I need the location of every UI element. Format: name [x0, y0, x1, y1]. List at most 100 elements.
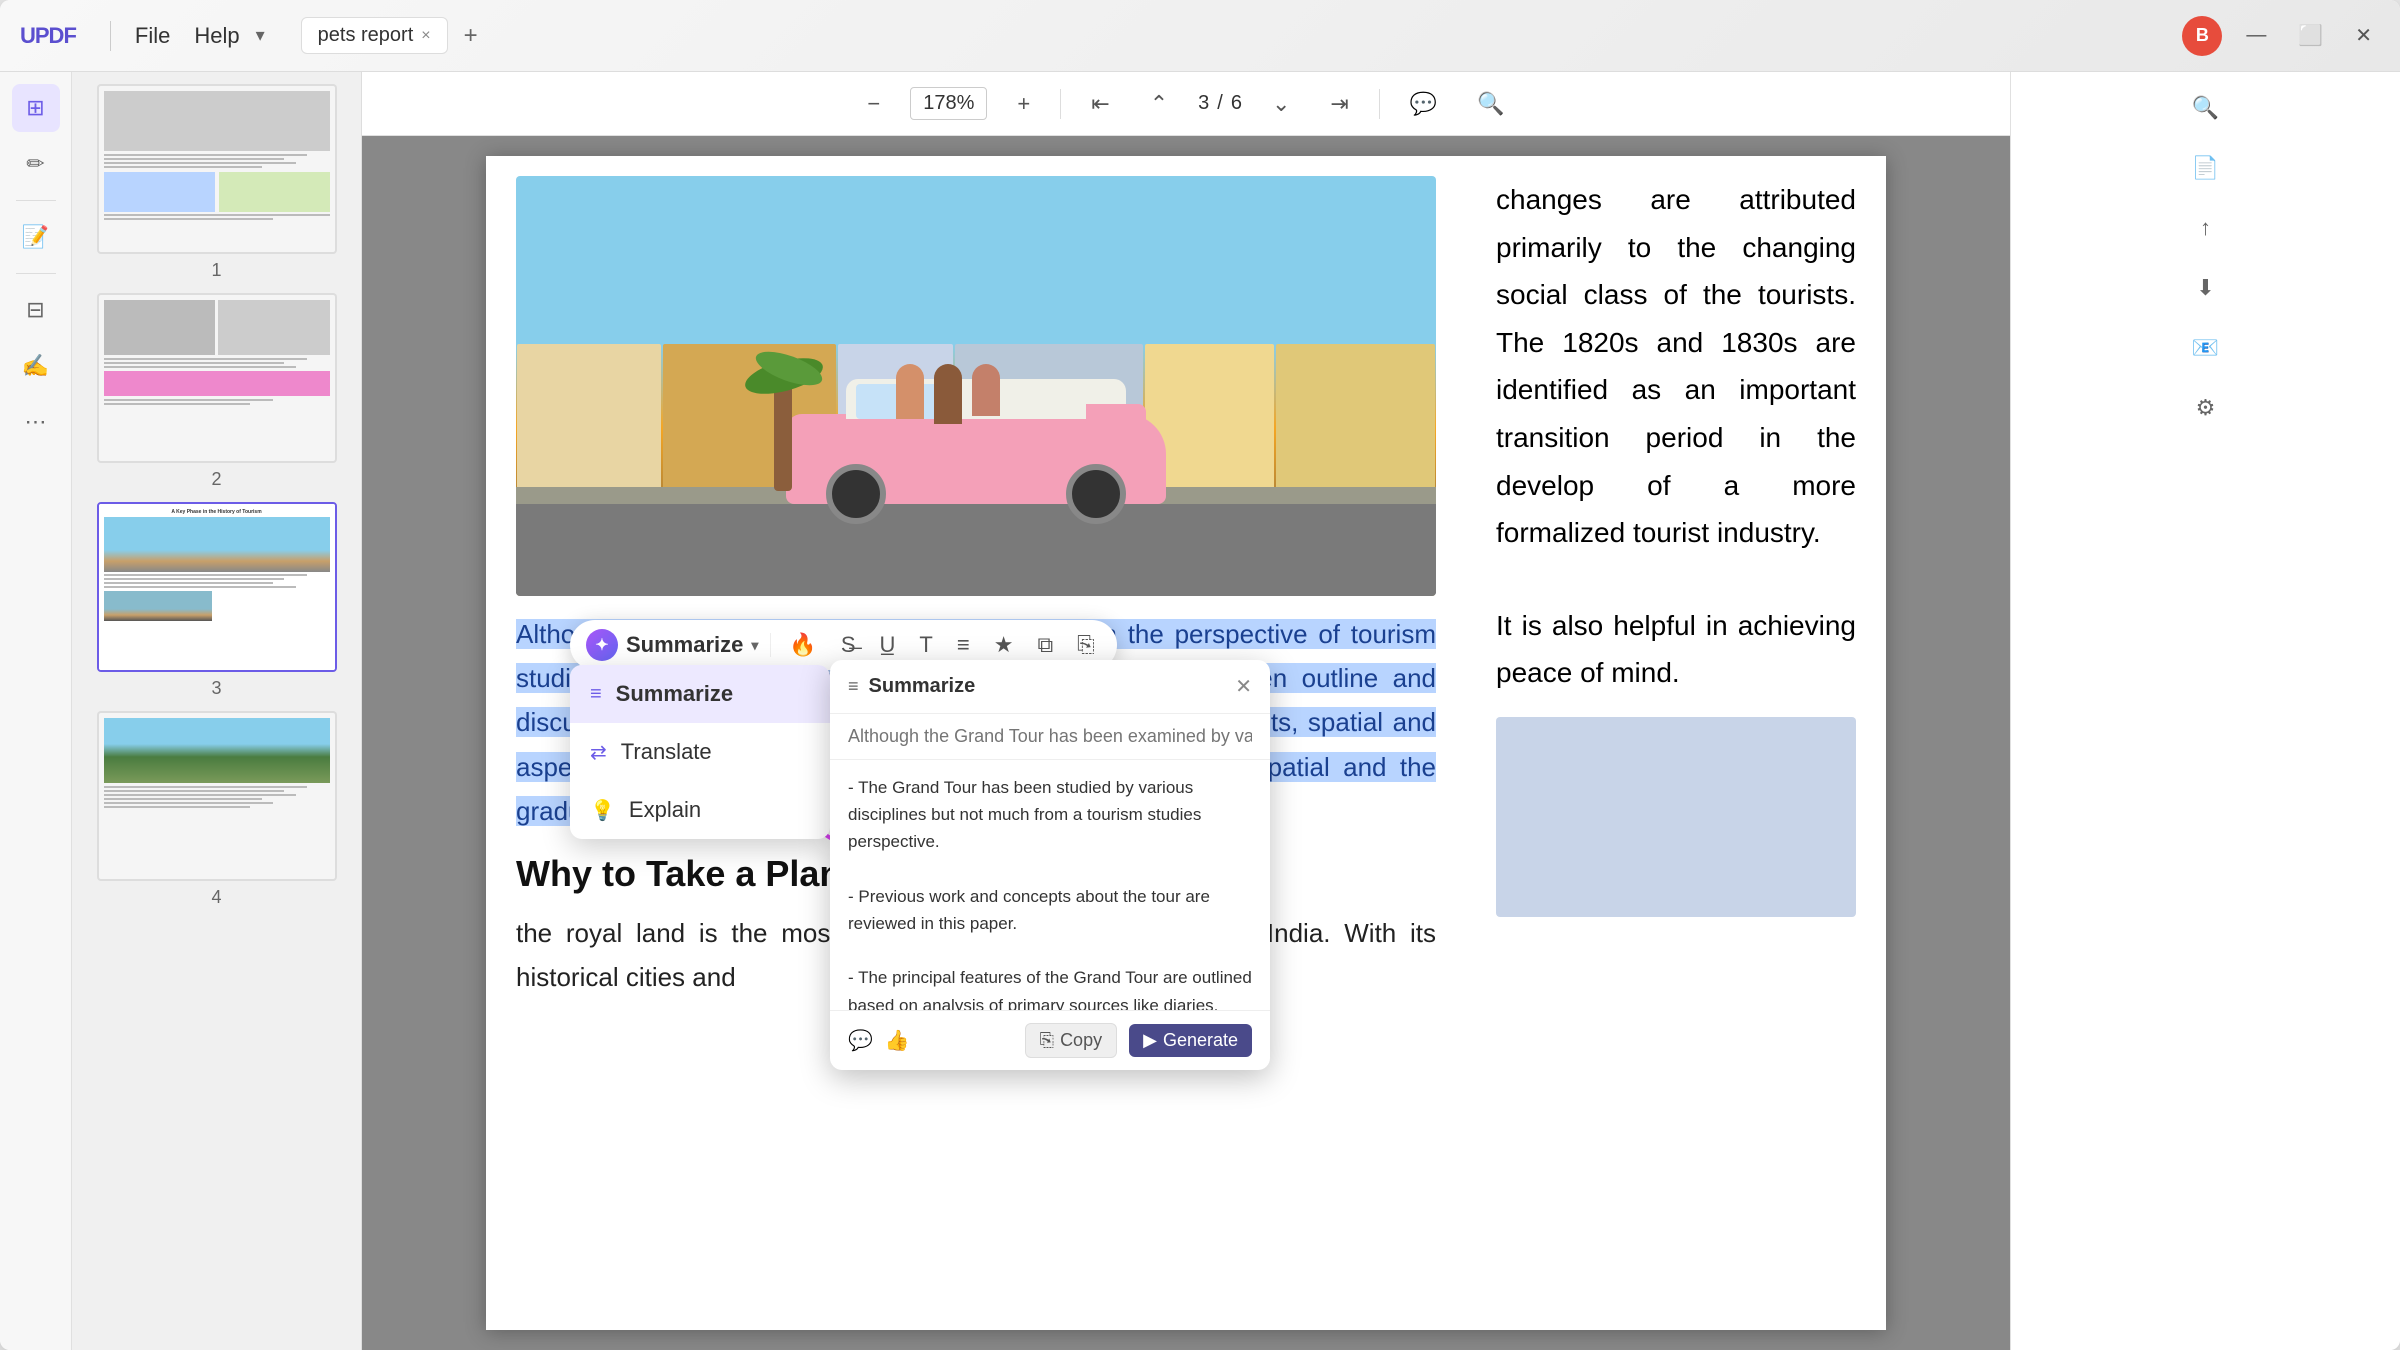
sidebar-edit-icon[interactable]: ✏	[12, 140, 60, 188]
toolbar-list-icon[interactable]: ≡	[951, 628, 976, 662]
thumbnail-page-2[interactable]: 2	[84, 293, 349, 490]
copy-icon: ⎘	[1040, 1030, 1054, 1051]
sidebar-divider-2	[16, 273, 56, 274]
result-input-area[interactable]	[830, 714, 1270, 760]
summarize-main-button[interactable]: ✦ Summarize ▾	[586, 629, 758, 661]
toolbar-clip-icon[interactable]: ⎘	[1071, 628, 1101, 662]
current-page: 3	[1198, 92, 1209, 115]
result-header-icon: ≡	[848, 676, 859, 697]
sidebar-divider-1	[16, 200, 56, 201]
window-controls: B — ⬜ ✕	[2182, 16, 2380, 56]
nav-first-button[interactable]: ⇤	[1081, 85, 1119, 123]
result-close-button[interactable]: ✕	[1235, 674, 1252, 699]
tab-pets-report[interactable]: pets report ×	[301, 17, 448, 54]
thumbnail-page-1[interactable]: 1	[84, 84, 349, 281]
footer-icon-2[interactable]: 👍	[885, 1028, 910, 1053]
nav-last-button[interactable]: ⇥	[1320, 85, 1358, 123]
ai-icon: ✦	[586, 629, 618, 661]
tab-name: pets report	[318, 24, 414, 47]
result-footer: 💬 👍 ⎘ Copy ▶ Generate	[830, 1010, 1270, 1070]
tab-close-button[interactable]: ×	[421, 27, 430, 45]
sidebar-sign-icon[interactable]: ✍	[12, 342, 60, 390]
thumbnail-page-3[interactable]: A Key Phase in the History of Tourism 3	[84, 502, 349, 699]
titlebar-menu: File Help	[135, 23, 240, 49]
user-avatar[interactable]: B	[2182, 16, 2222, 56]
toolbar-divider-2	[1379, 89, 1380, 119]
doc-image	[516, 176, 1436, 596]
copy-label: Copy	[1060, 1030, 1102, 1051]
icon-sidebar: ⊞ ✏ 📝 ⊟ ✍ ⋯	[0, 72, 72, 1350]
summarize-result-panel: ≡ Summarize ✕ - The Grand Tour has been …	[830, 660, 1270, 1070]
summarize-menu-label: Summarize	[616, 681, 733, 707]
copy-button[interactable]: ⎘ Copy	[1025, 1023, 1117, 1058]
generate-button[interactable]: ▶ Generate	[1129, 1024, 1252, 1057]
toolbar-star-icon[interactable]: ★	[988, 628, 1020, 662]
titlebar-dropdown-arrow[interactable]: ▾	[256, 25, 265, 46]
right-panel-download-icon[interactable]: ⬇	[2182, 264, 2230, 312]
summarize-label: Summarize	[626, 632, 743, 658]
summarize-dropdown: ≡ Summarize ⇄ Translate 💡 Explain	[570, 665, 830, 839]
maximize-button[interactable]: ⬜	[2290, 19, 2331, 52]
minimize-button[interactable]: —	[2238, 20, 2274, 51]
toolbar-highlight-icon[interactable]: 🔥	[783, 628, 822, 662]
total-pages: 6	[1231, 92, 1242, 115]
right-column-text: changes are attributed primarily to the …	[1496, 176, 1856, 557]
dropdown-explain[interactable]: 💡 Explain	[570, 781, 830, 839]
page-right-column: changes are attributed primarily to the …	[1466, 156, 1886, 1019]
page-sep: /	[1217, 92, 1223, 115]
dropdown-translate[interactable]: ⇄ Translate	[570, 723, 830, 781]
toolbar-underline-icon[interactable]: U̲	[874, 628, 902, 662]
toolbar-separator	[770, 633, 771, 657]
translate-menu-icon: ⇄	[590, 740, 607, 765]
nav-next-button[interactable]: ⌄	[1262, 85, 1300, 123]
menu-file[interactable]: File	[135, 23, 170, 49]
result-content: - The Grand Tour has been studied by var…	[830, 760, 1270, 1010]
toolbar-text-icon[interactable]: T	[913, 628, 938, 662]
dropdown-summarize[interactable]: ≡ Summarize	[570, 665, 830, 723]
comment-button[interactable]: 💬	[1400, 85, 1447, 123]
thumb-img-3: A Key Phase in the History of Tourism	[97, 502, 337, 672]
result-line-2: - Previous work and concepts about the t…	[848, 883, 1252, 937]
right-panel-search-icon[interactable]: 🔍	[2182, 84, 2230, 132]
thumb-num-4: 4	[211, 887, 221, 908]
zoom-out-button[interactable]: −	[857, 85, 890, 123]
menu-help[interactable]: Help	[194, 23, 239, 49]
right-panel-email-icon[interactable]: 📧	[2182, 324, 2230, 372]
app-logo: UPDF	[20, 23, 76, 49]
right-panel: 🔍 📄 ↑ ⬇ 📧 ⚙	[2010, 72, 2400, 1350]
thumbnail-page-4[interactable]: 4	[84, 711, 349, 908]
content-scroll[interactable]: Although the Grand Tour has been examine…	[362, 136, 2010, 1350]
sidebar-annotate-icon[interactable]: 📝	[12, 213, 60, 261]
toolbar-strikethrough-icon[interactable]: S̶	[835, 628, 862, 662]
close-button[interactable]: ✕	[2347, 19, 2380, 52]
right-panel-doc-icon[interactable]: 📄	[2182, 144, 2230, 192]
thumb-img-4	[97, 711, 337, 881]
right-column-text-2: It is also helpful in achieving peace of…	[1496, 602, 1856, 697]
titlebar-divider	[110, 21, 111, 51]
result-line-3: - The principal features of the Grand To…	[848, 964, 1252, 1010]
sidebar-thumbnails-icon[interactable]: ⊞	[12, 84, 60, 132]
right-panel-settings-icon[interactable]: ⚙	[2182, 384, 2230, 432]
explain-menu-icon: 💡	[590, 798, 615, 823]
page-navigation: 3 / 6	[1198, 92, 1242, 115]
summarize-dropdown-arrow[interactable]: ▾	[751, 637, 758, 654]
toolbar-divider-1	[1060, 89, 1061, 119]
footer-icon-1[interactable]: 💬	[848, 1028, 873, 1053]
result-input-field[interactable]	[848, 726, 1252, 747]
zoom-in-button[interactable]: +	[1007, 85, 1040, 123]
thumb-num-2: 2	[211, 469, 221, 490]
sidebar-more-icon[interactable]: ⋯	[12, 398, 60, 446]
nav-prev-button[interactable]: ⌃	[1140, 85, 1178, 123]
result-title: Summarize	[869, 675, 1226, 698]
thumbnail-panel: 1	[72, 72, 362, 1350]
content-area: − 178% + ⇤ ⌃ 3 / 6 ⌄ ⇥ 💬 🔍	[362, 72, 2010, 1350]
sidebar-forms-icon[interactable]: ⊟	[12, 286, 60, 334]
right-panel-upload-icon[interactable]: ↑	[2182, 204, 2230, 252]
zoom-level-display[interactable]: 178%	[910, 87, 987, 120]
search-button[interactable]: 🔍	[1467, 85, 1514, 123]
toolbar-copy-icon[interactable]: ⧉	[1031, 628, 1059, 662]
tab-bar: pets report × +	[301, 17, 486, 54]
explain-menu-label: Explain	[629, 797, 701, 823]
new-tab-button[interactable]: +	[456, 22, 486, 50]
result-line-1: - The Grand Tour has been studied by var…	[848, 774, 1252, 856]
